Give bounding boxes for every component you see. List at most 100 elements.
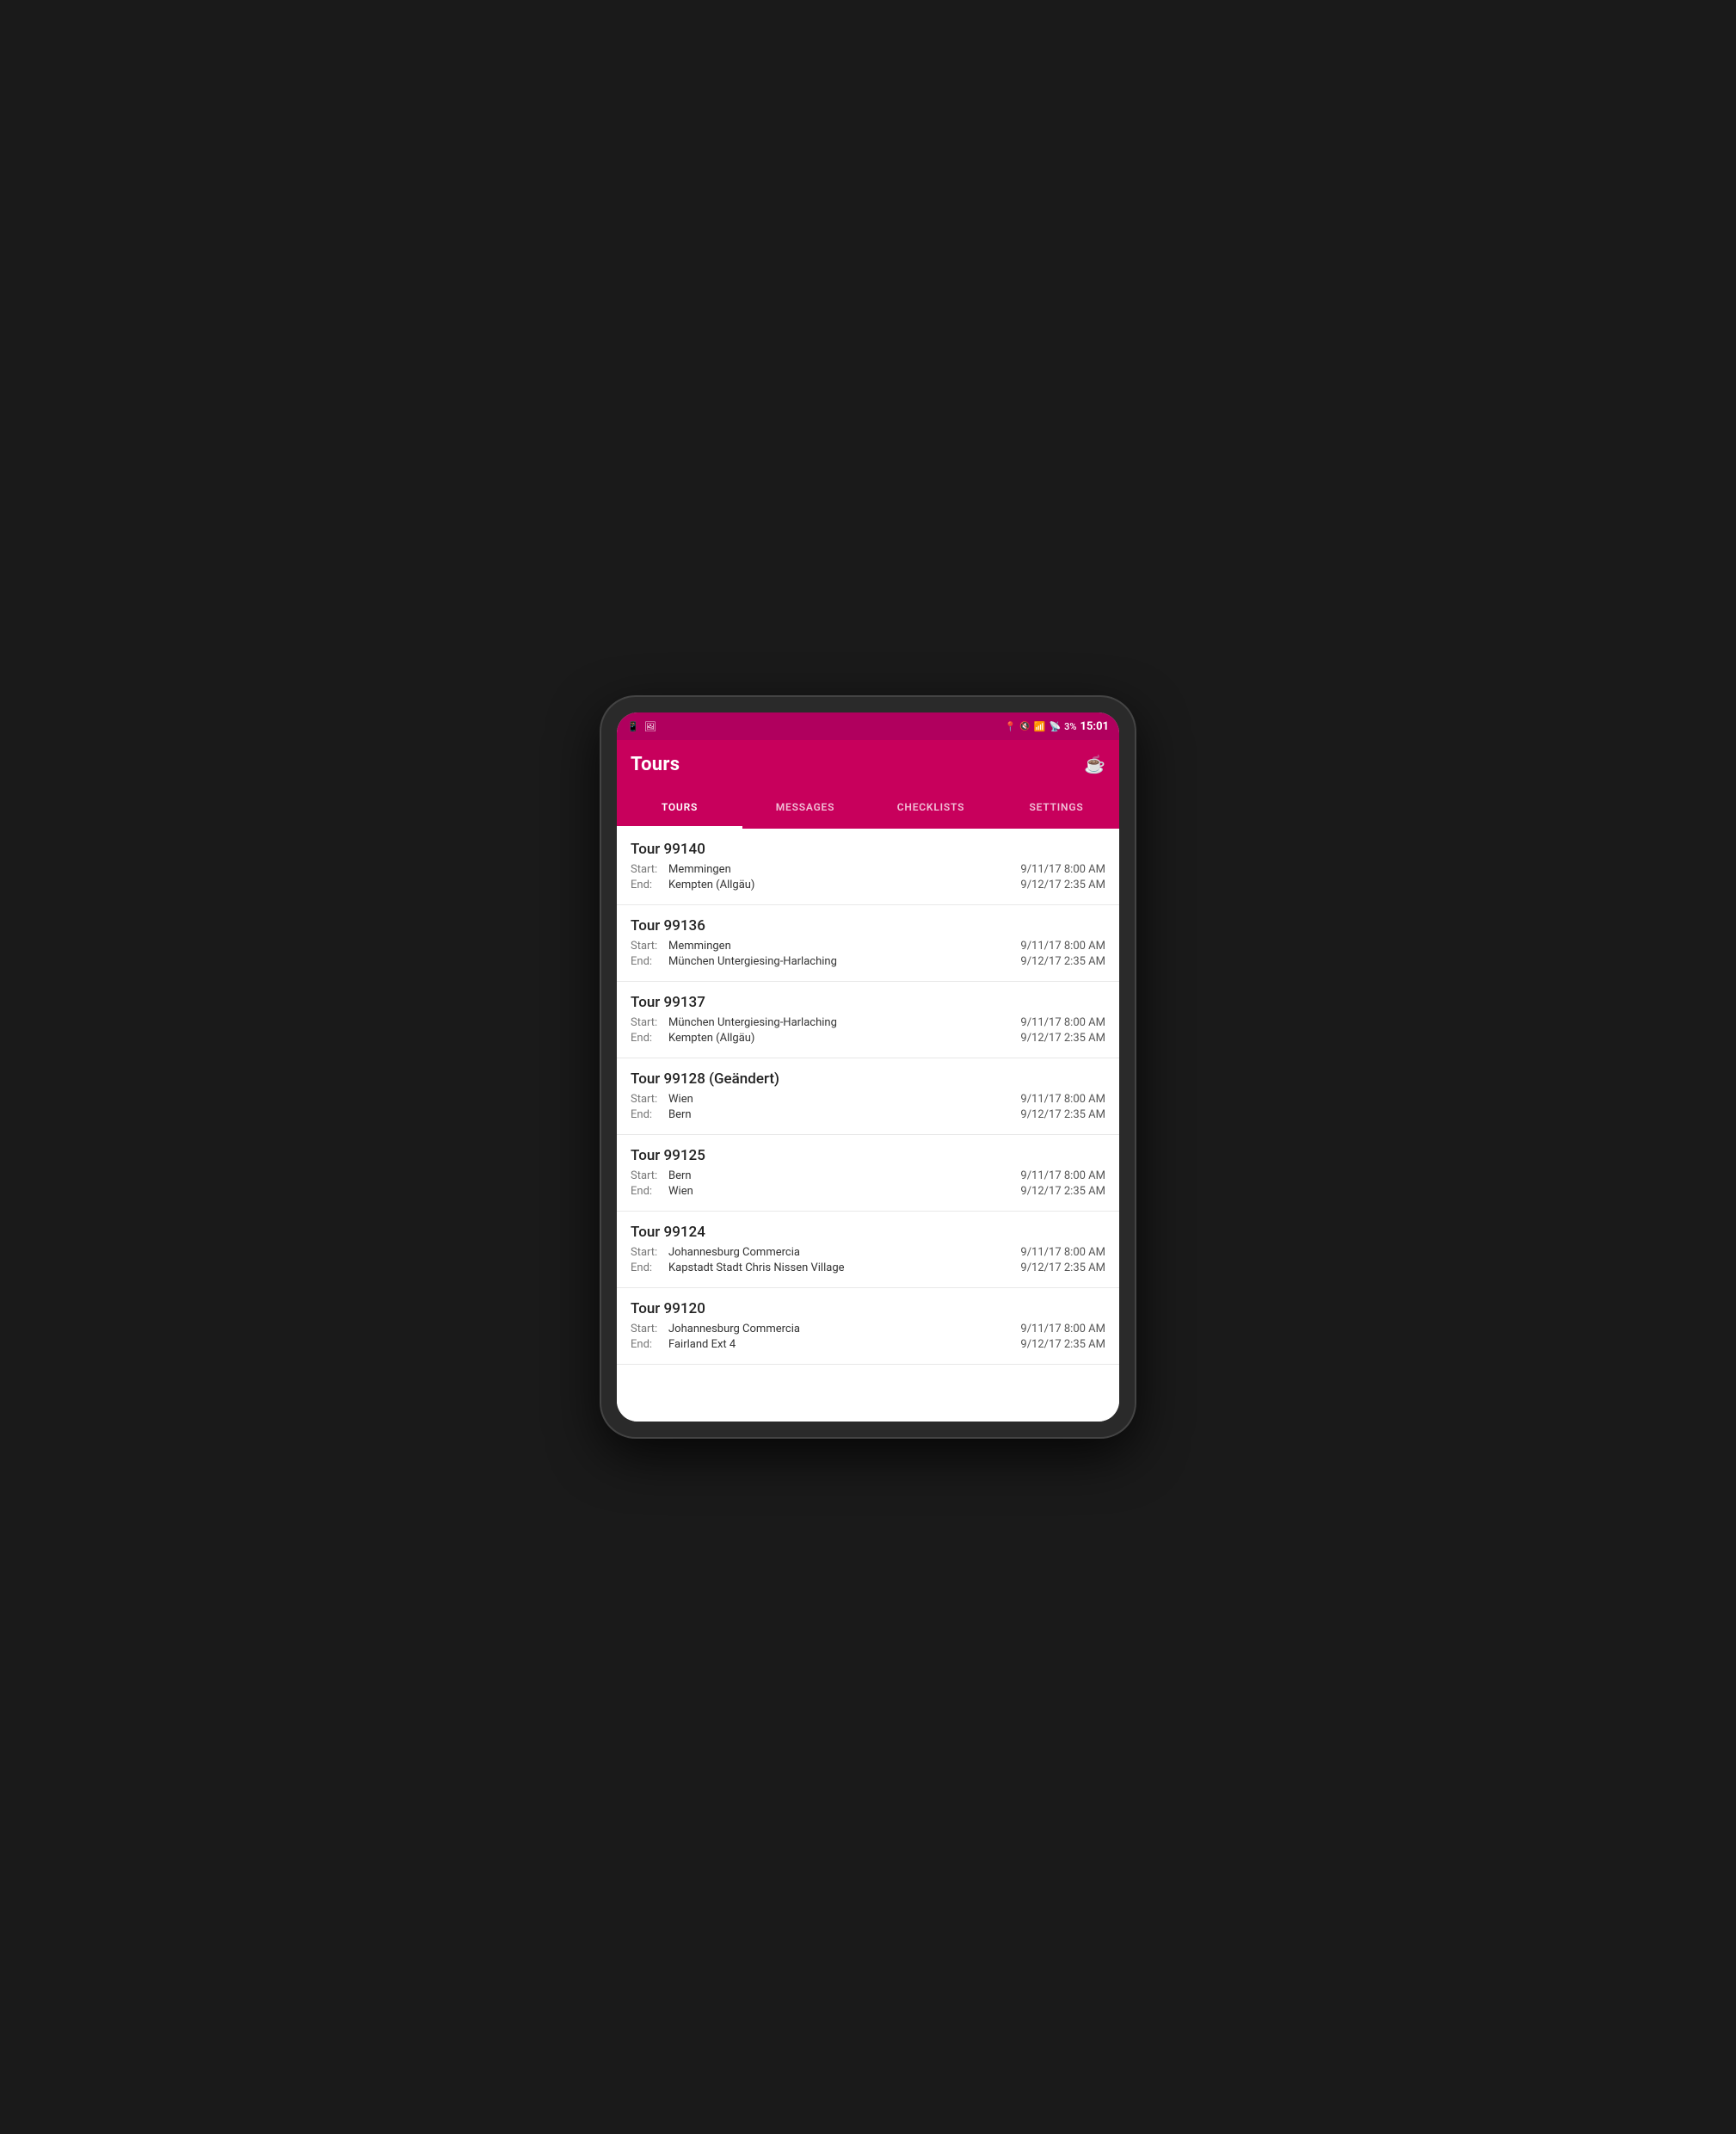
tour-end-left: End: Wien (631, 1185, 693, 1198)
tour-start-label: Start: (631, 1323, 663, 1335)
tour-start-left: Start: Wien (631, 1093, 693, 1106)
tour-start-location: München Untergiesing-Harlaching (668, 1016, 837, 1029)
tour-end-date: 9/12/17 2:35 AM (1020, 1185, 1105, 1198)
tour-item[interactable]: Tour 99137 Start: München Untergiesing-H… (617, 982, 1119, 1058)
status-right-area: 📍 🔇 📶 📡 3% 15:01 (1005, 720, 1109, 733)
tour-end-row: End: Fairland Ext 4 9/12/17 2:35 AM (631, 1338, 1105, 1351)
tour-start-label: Start: (631, 940, 663, 953)
tour-end-row: End: Wien 9/12/17 2:35 AM (631, 1185, 1105, 1198)
tour-end-location: Kapstadt Stadt Chris Nissen Village (668, 1261, 845, 1274)
tour-end-row: End: Kapstadt Stadt Chris Nissen Village… (631, 1261, 1105, 1274)
tour-start-left: Start: Memmingen (631, 863, 731, 876)
tour-start-date: 9/11/17 8:00 AM (1020, 1016, 1105, 1029)
tour-end-date: 9/12/17 2:35 AM (1020, 1108, 1105, 1121)
tour-item[interactable]: Tour 99120 Start: Johannesburg Commercia… (617, 1288, 1119, 1365)
tour-end-location: Kempten (Allgäu) (668, 879, 754, 891)
app-bar: Tours ☕ (617, 740, 1119, 788)
signal-icon: 📡 (1049, 721, 1061, 732)
tour-name: Tour 99124 (631, 1224, 1105, 1241)
tour-start-label: Start: (631, 1169, 663, 1182)
location-icon: 📍 (1005, 721, 1017, 732)
coffee-icon[interactable]: ☕ (1084, 754, 1105, 774)
device-frame: 📱 🖼 📍 🔇 📶 📡 3% 15:01 Tours ☕ TOURS M (601, 697, 1135, 1437)
phone-icon: 📱 (627, 721, 639, 732)
tour-list: Tour 99140 Start: Memmingen 9/11/17 8:00… (617, 829, 1119, 1387)
tour-start-location: Memmingen (668, 863, 731, 876)
tour-name: Tour 99128 (Geändert) (631, 1070, 1105, 1088)
tab-checklists[interactable]: CHECKLISTS (868, 788, 994, 826)
tour-end-row: End: München Untergiesing-Harlaching 9/1… (631, 955, 1105, 968)
tour-end-left: End: Kempten (Allgäu) (631, 1032, 754, 1045)
tour-end-left: End: Kempten (Allgäu) (631, 879, 754, 891)
tour-item[interactable]: Tour 99140 Start: Memmingen 9/11/17 8:00… (617, 829, 1119, 905)
tour-start-row: Start: München Untergiesing-Harlaching 9… (631, 1016, 1105, 1029)
device-screen: 📱 🖼 📍 🔇 📶 📡 3% 15:01 Tours ☕ TOURS M (617, 712, 1119, 1422)
tour-start-row: Start: Memmingen 9/11/17 8:00 AM (631, 863, 1105, 876)
app-title: Tours (631, 754, 680, 775)
tour-start-row: Start: Johannesburg Commercia 9/11/17 8:… (631, 1323, 1105, 1335)
mute-icon: 🔇 (1019, 722, 1030, 731)
tour-start-left: Start: Memmingen (631, 940, 731, 953)
tab-checklists-label: CHECKLISTS (897, 801, 964, 813)
tour-end-left: End: München Untergiesing-Harlaching (631, 955, 837, 968)
tour-end-location: München Untergiesing-Harlaching (668, 955, 837, 968)
tour-end-left: End: Fairland Ext 4 (631, 1338, 736, 1351)
tour-end-row: End: Kempten (Allgäu) 9/12/17 2:35 AM (631, 1032, 1105, 1045)
tour-name: Tour 99137 (631, 994, 1105, 1011)
status-left-icons: 📱 🖼 (627, 721, 656, 732)
image-icon: 🖼 (644, 721, 656, 732)
tour-start-location: Bern (668, 1169, 692, 1182)
tour-end-location: Fairland Ext 4 (668, 1338, 736, 1351)
tour-start-location: Johannesburg Commercia (668, 1246, 800, 1259)
tour-start-left: Start: Johannesburg Commercia (631, 1323, 800, 1335)
tour-end-location: Bern (668, 1108, 692, 1121)
tour-start-date: 9/11/17 8:00 AM (1020, 1093, 1105, 1106)
tour-end-date: 9/12/17 2:35 AM (1020, 1261, 1105, 1274)
tour-start-date: 9/11/17 8:00 AM (1020, 1246, 1105, 1259)
tour-end-left: End: Bern (631, 1108, 692, 1121)
tour-start-label: Start: (631, 1016, 663, 1029)
tour-end-label: End: (631, 955, 663, 968)
tour-item[interactable]: Tour 99136 Start: Memmingen 9/11/17 8:00… (617, 905, 1119, 982)
tour-end-date: 9/12/17 2:35 AM (1020, 1338, 1105, 1351)
tour-start-date: 9/11/17 8:00 AM (1020, 940, 1105, 953)
clock-time: 15:01 (1080, 720, 1110, 733)
tour-end-label: End: (631, 1108, 663, 1121)
tour-end-left: End: Kapstadt Stadt Chris Nissen Village (631, 1261, 845, 1274)
tour-start-label: Start: (631, 863, 663, 876)
tab-messages[interactable]: MESSAGES (742, 788, 868, 826)
tour-item[interactable]: Tour 99125 Start: Bern 9/11/17 8:00 AM E… (617, 1135, 1119, 1212)
tour-start-date: 9/11/17 8:00 AM (1020, 1323, 1105, 1335)
tab-settings[interactable]: SETTINGS (994, 788, 1119, 826)
tour-name: Tour 99140 (631, 841, 1105, 858)
tour-start-row: Start: Johannesburg Commercia 9/11/17 8:… (631, 1246, 1105, 1259)
tour-start-date: 9/11/17 8:00 AM (1020, 863, 1105, 876)
tour-start-row: Start: Memmingen 9/11/17 8:00 AM (631, 940, 1105, 953)
tour-end-location: Kempten (Allgäu) (668, 1032, 754, 1045)
tour-name: Tour 99125 (631, 1147, 1105, 1164)
tour-end-label: End: (631, 1185, 663, 1198)
tour-start-row: Start: Wien 9/11/17 8:00 AM (631, 1093, 1105, 1106)
tour-start-location: Wien (668, 1093, 693, 1106)
tour-start-row: Start: Bern 9/11/17 8:00 AM (631, 1169, 1105, 1182)
tour-start-location: Memmingen (668, 940, 731, 953)
tour-end-location: Wien (668, 1185, 693, 1198)
tab-bar: TOURS MESSAGES CHECKLISTS SETTINGS (617, 788, 1119, 829)
tour-name: Tour 99120 (631, 1300, 1105, 1317)
tour-start-left: Start: München Untergiesing-Harlaching (631, 1016, 837, 1029)
tour-end-date: 9/12/17 2:35 AM (1020, 955, 1105, 968)
tour-item[interactable]: Tour 99124 Start: Johannesburg Commercia… (617, 1212, 1119, 1288)
status-bar: 📱 🖼 📍 🔇 📶 📡 3% 15:01 (617, 712, 1119, 740)
tour-item[interactable]: Tour 99128 (Geändert) Start: Wien 9/11/1… (617, 1058, 1119, 1135)
battery-percent: 3% (1064, 721, 1076, 732)
wifi-icon: 📶 (1034, 721, 1046, 732)
tour-start-location: Johannesburg Commercia (668, 1323, 800, 1335)
tab-tours[interactable]: TOURS (617, 788, 742, 826)
tour-start-label: Start: (631, 1246, 663, 1259)
tour-end-label: End: (631, 1032, 663, 1045)
tour-start-date: 9/11/17 8:00 AM (1020, 1169, 1105, 1182)
tab-settings-label: SETTINGS (1030, 801, 1084, 813)
tab-tours-label: TOURS (662, 801, 698, 813)
tour-end-date: 9/12/17 2:35 AM (1020, 879, 1105, 891)
tour-end-row: End: Kempten (Allgäu) 9/12/17 2:35 AM (631, 879, 1105, 891)
